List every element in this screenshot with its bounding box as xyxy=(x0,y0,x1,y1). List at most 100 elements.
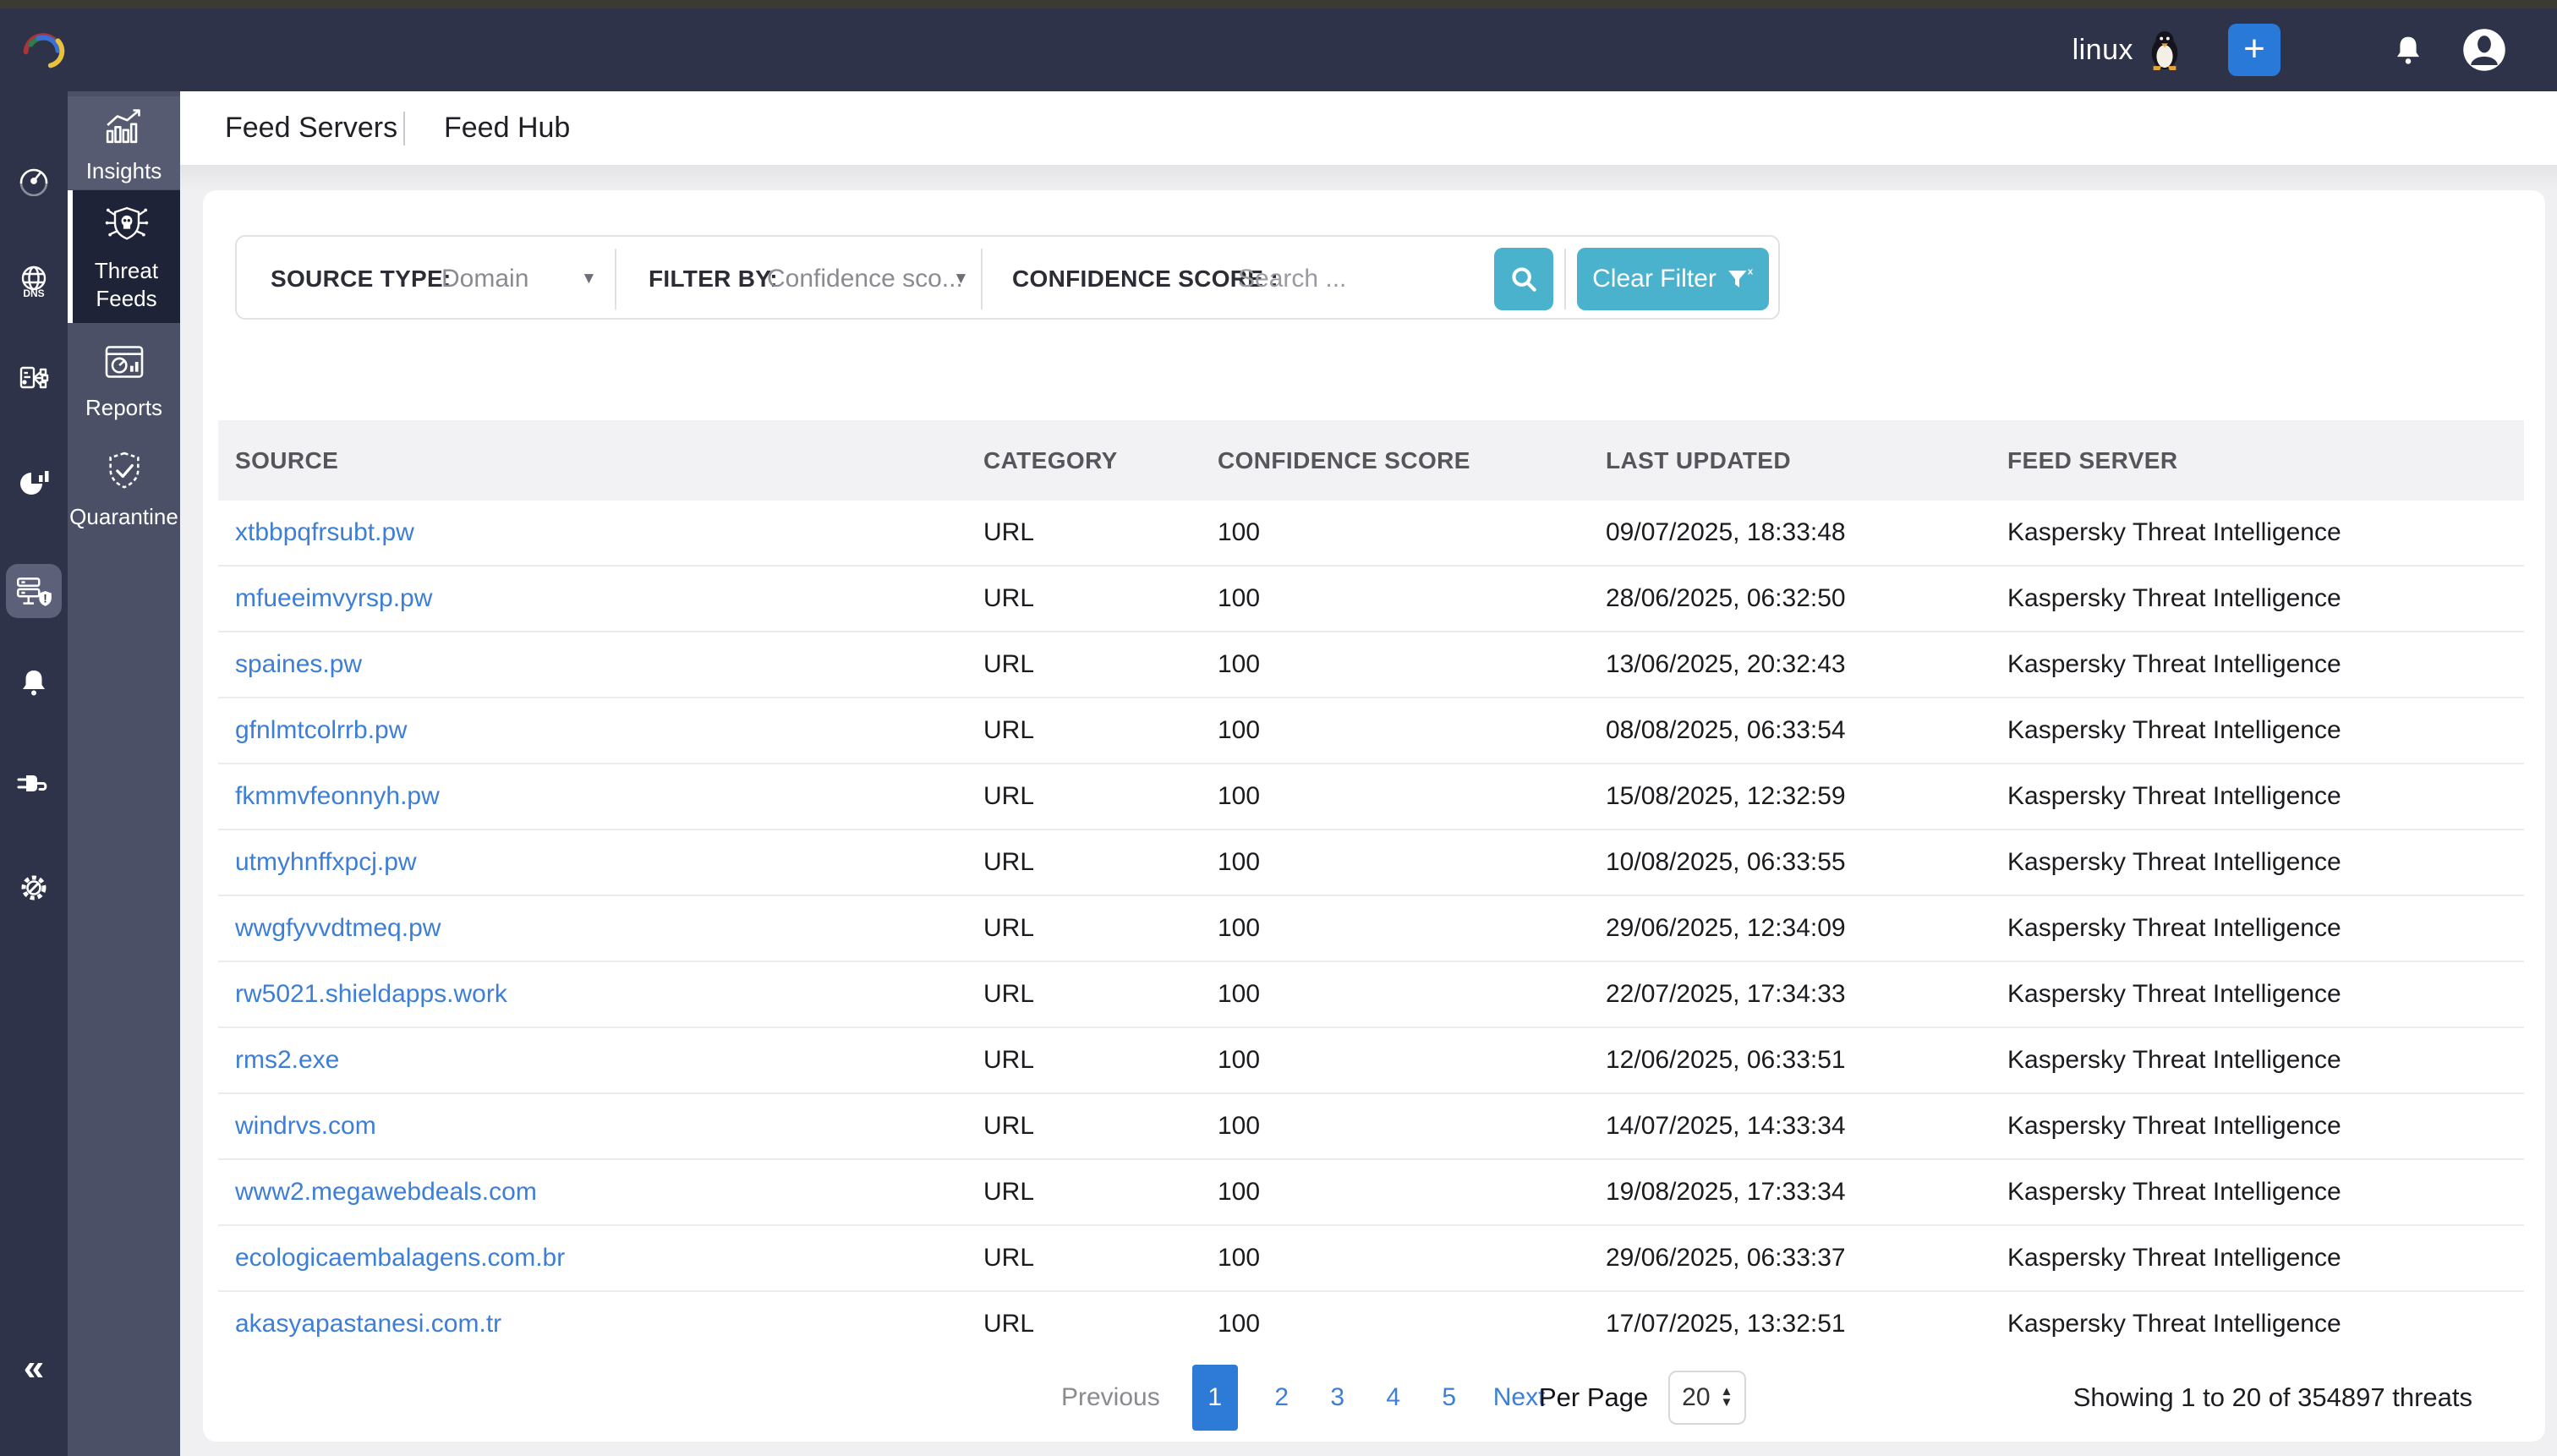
source-link[interactable]: fkmmvfeonnyh.pw xyxy=(235,782,440,810)
asset-tree-icon[interactable] xyxy=(0,359,68,406)
user-avatar-icon[interactable] xyxy=(2461,27,2507,73)
table-row: akasyapastanesi.com.trURL10017/07/2025, … xyxy=(218,1292,2524,1358)
source-link[interactable]: rw5021.shieldapps.work xyxy=(235,980,507,1008)
search-icon xyxy=(1508,263,1540,295)
cell-source: rw5021.shieldapps.work xyxy=(218,980,966,1009)
tab-feed-servers[interactable]: Feed Servers xyxy=(225,91,397,165)
cell-updated: 08/08/2025, 06:33:54 xyxy=(1589,716,1990,745)
clear-filter-button[interactable]: Clear Filter x xyxy=(1577,248,1769,310)
filter-divider xyxy=(1564,249,1566,309)
source-link[interactable]: rms2.exe xyxy=(235,1046,339,1074)
table-header: SOURCE CATEGORY CONFIDENCE SCORE LAST UP… xyxy=(218,420,2524,501)
search-button[interactable] xyxy=(1494,248,1553,310)
sidebar-item-label: Reports xyxy=(85,394,162,422)
page-button-2[interactable]: 2 xyxy=(1270,1383,1294,1412)
settings-gear-icon[interactable] xyxy=(0,864,68,911)
reports-window-icon xyxy=(101,338,148,386)
secondary-sidebar: Insights Threat Feeds xyxy=(68,91,180,1456)
cell-updated: 12/06/2025, 06:33:51 xyxy=(1589,1046,1990,1075)
cell-source: rms2.exe xyxy=(218,1046,966,1075)
filter-by-dropdown[interactable]: Confidence sco... xyxy=(767,265,963,293)
svg-text:!: ! xyxy=(43,593,47,605)
page-button-3[interactable]: 3 xyxy=(1326,1383,1350,1412)
cell-category: URL xyxy=(966,848,1201,877)
source-link[interactable]: windrvs.com xyxy=(235,1112,376,1140)
confidence-search-input[interactable] xyxy=(1236,264,1465,294)
sidebar-item-insights[interactable]: Insights xyxy=(68,96,180,189)
source-type-dropdown[interactable]: Domain xyxy=(441,265,528,293)
primary-sidebar: DNS ! xyxy=(0,91,68,1456)
source-link[interactable]: akasyapastanesi.com.tr xyxy=(235,1310,501,1338)
tabbar-shadow-band xyxy=(180,165,2557,192)
alerts-bell-icon[interactable] xyxy=(0,659,68,706)
threats-table: SOURCE CATEGORY CONFIDENCE SCORE LAST UP… xyxy=(218,420,2524,1358)
cell-updated: 14/07/2025, 14:33:34 xyxy=(1589,1112,1990,1141)
page-button-5[interactable]: 5 xyxy=(1437,1383,1461,1412)
cell-source: ecologicaembalagens.com.br xyxy=(218,1244,966,1273)
feed-hub-panel: SOURCE TYPE: Domain ▼ FILTER BY: Confide… xyxy=(203,190,2545,1442)
table-row: rw5021.shieldapps.workURL10022/07/2025, … xyxy=(218,962,2524,1028)
per-page-select[interactable]: 20 ▲▼ xyxy=(1668,1371,1746,1425)
source-link[interactable]: spaines.pw xyxy=(235,650,362,678)
svg-text:x: x xyxy=(1748,266,1754,276)
notifications-bell-icon[interactable] xyxy=(2389,29,2428,71)
source-link[interactable]: wwgfyvvdtmeq.pw xyxy=(235,914,441,942)
integrations-plug-icon[interactable] xyxy=(0,760,68,807)
dns-globe-icon[interactable]: DNS xyxy=(0,258,68,305)
stepper-arrows-icon: ▲▼ xyxy=(1721,1387,1733,1409)
dashboard-gauge-icon[interactable] xyxy=(0,152,68,200)
table-row: gfnlmtcolrrb.pwURL10008/08/2025, 06:33:5… xyxy=(218,698,2524,764)
page-button-1[interactable]: 1 xyxy=(1192,1365,1238,1431)
table-row: utmyhnffxpcj.pwURL10010/08/2025, 06:33:5… xyxy=(218,830,2524,896)
chevron-down-icon[interactable]: ▼ xyxy=(953,270,969,288)
cell-server: Kaspersky Threat Intelligence xyxy=(1990,914,2524,943)
cell-category: URL xyxy=(966,650,1201,679)
sidebar-item-reports[interactable]: Reports xyxy=(68,333,180,426)
cell-server: Kaspersky Threat Intelligence xyxy=(1990,848,2524,877)
chevron-down-icon[interactable]: ▼ xyxy=(581,270,597,288)
table-row: mfueeimvyrsp.pwURL10028/06/2025, 06:32:5… xyxy=(218,567,2524,632)
source-link[interactable]: utmyhnffxpcj.pw xyxy=(235,848,417,876)
cell-source: mfueeimvyrsp.pw xyxy=(218,584,966,613)
cell-server: Kaspersky Threat Intelligence xyxy=(1990,1244,2524,1273)
cell-source: gfnlmtcolrrb.pw xyxy=(218,716,966,745)
cell-updated: 17/07/2025, 13:32:51 xyxy=(1589,1310,1990,1338)
next-page-button[interactable]: Next xyxy=(1493,1383,1546,1412)
table-row: wwgfyvvdtmeq.pwURL10029/06/2025, 12:34:0… xyxy=(218,896,2524,962)
main-content: Feed Servers Feed Hub SOURCE TYPE: Domai… xyxy=(180,91,2557,1456)
cell-source: akasyapastanesi.com.tr xyxy=(218,1310,966,1338)
previous-page-button[interactable]: Previous xyxy=(1061,1383,1160,1412)
filter-divider xyxy=(615,249,616,309)
cell-updated: 15/08/2025, 12:32:59 xyxy=(1589,782,1990,811)
tab-bar: Feed Servers Feed Hub xyxy=(180,91,2557,165)
cell-category: URL xyxy=(966,1310,1201,1338)
collapse-chevrons-icon[interactable]: « xyxy=(0,1349,68,1387)
tux-penguin-icon xyxy=(2145,29,2184,71)
add-button[interactable]: + xyxy=(2228,24,2280,76)
screen-top-strip xyxy=(0,0,2557,8)
brand-logo-swirl-icon xyxy=(14,19,73,78)
source-link[interactable]: gfnlmtcolrrb.pw xyxy=(235,716,407,744)
source-link[interactable]: xtbbpqfrsubt.pw xyxy=(235,518,414,546)
filter-divider xyxy=(981,249,983,309)
cell-updated: 29/06/2025, 06:33:37 xyxy=(1589,1244,1990,1273)
source-link[interactable]: ecologicaembalagens.com.br xyxy=(235,1244,565,1272)
page-button-4[interactable]: 4 xyxy=(1382,1383,1405,1412)
tab-feed-hub[interactable]: Feed Hub xyxy=(444,91,570,165)
pie-report-icon[interactable] xyxy=(0,458,68,506)
threat-server-shield-icon[interactable]: ! xyxy=(6,564,62,618)
filter-x-icon: x xyxy=(1725,265,1754,293)
source-link[interactable]: www2.megawebdeals.com xyxy=(235,1178,537,1206)
sidebar-item-label: Threat Feeds xyxy=(95,257,158,312)
cell-category: URL xyxy=(966,518,1201,547)
cell-score: 100 xyxy=(1201,1178,1589,1207)
cell-source: www2.megawebdeals.com xyxy=(218,1178,966,1207)
sidebar-item-threat-feeds[interactable]: Threat Feeds xyxy=(68,190,180,323)
sidebar-item-quarantine[interactable]: Quarantine xyxy=(68,438,180,539)
cell-updated: 22/07/2025, 17:34:33 xyxy=(1589,980,1990,1009)
sidebar-item-label: Quarantine xyxy=(69,503,178,531)
cell-updated: 19/08/2025, 17:33:34 xyxy=(1589,1178,1990,1207)
cell-category: URL xyxy=(966,1046,1201,1075)
table-row: spaines.pwURL10013/06/2025, 20:32:43Kasp… xyxy=(218,632,2524,698)
source-link[interactable]: mfueeimvyrsp.pw xyxy=(235,584,432,612)
